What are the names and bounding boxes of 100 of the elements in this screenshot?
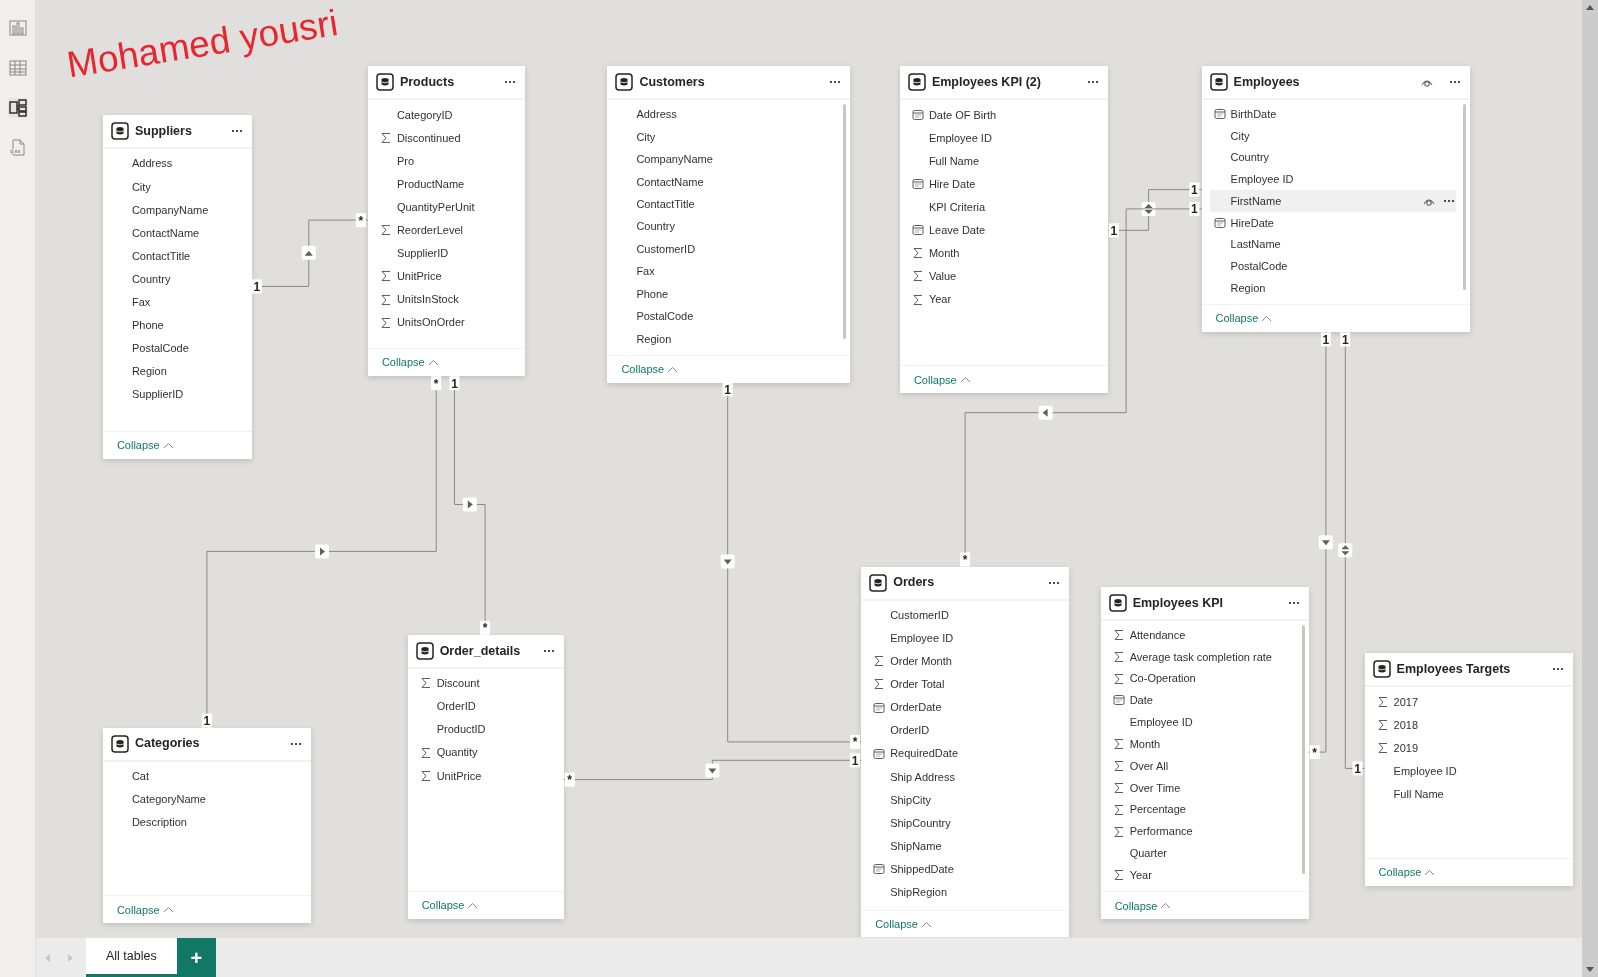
field-row[interactable]: ShipName — [869, 834, 1056, 858]
scrollbar[interactable] — [1582, 0, 1598, 977]
field-row[interactable]: Country — [1209, 146, 1456, 169]
field-row[interactable]: Description — [110, 810, 297, 834]
field-row[interactable]: OrderID — [869, 719, 1056, 743]
model-icon[interactable] — [8, 98, 28, 118]
field-row[interactable]: 2017 — [1372, 690, 1559, 714]
field-row[interactable]: Employee ID — [1372, 759, 1559, 783]
field-row[interactable]: Region — [1209, 277, 1456, 300]
field-row[interactable]: UnitPrice — [375, 264, 511, 288]
field-row[interactable]: Ship Address — [869, 765, 1056, 789]
field-row[interactable]: Over Time — [1108, 776, 1295, 799]
field-row[interactable]: Performance — [1108, 820, 1295, 843]
collapse-button[interactable]: Collapse — [381, 354, 439, 371]
relationship-line[interactable]: 1 1 — [1338, 331, 1366, 776]
collapse-button[interactable]: Collapse — [116, 436, 174, 454]
table-card[interactable]: Suppliers Address City CompanyName ContactName ContactTitle Country Fax Phone PostalCode Region SupplierID Collapse — [102, 115, 252, 459]
field-row[interactable]: 2018 — [1372, 713, 1559, 737]
field-row[interactable]: Employee ID — [869, 626, 1056, 650]
field-row[interactable]: Hire Date — [907, 172, 1094, 196]
field-row[interactable]: FirstName — [1209, 190, 1456, 213]
field-row[interactable]: Percentage — [1108, 798, 1295, 821]
field-row[interactable]: ShipCity — [869, 788, 1056, 812]
relationship-line[interactable]: 1 * — [720, 382, 862, 750]
collapse-button[interactable]: Collapse — [875, 915, 932, 933]
table-card[interactable]: Orders CustomerID Employee ID Order Month Order Total OrderDate OrderID RequiredDate Ship Address ShipCity ShipCountry ShipName ShippedDate ShipRegion Collapse — [861, 566, 1070, 937]
field-row[interactable]: CustomerID — [615, 237, 836, 261]
field-row[interactable]: Phone — [615, 282, 836, 306]
relationship-line[interactable]: 1 * — [449, 375, 491, 636]
field-row[interactable]: Year — [1108, 864, 1295, 887]
field-row[interactable]: CustomerID — [869, 603, 1056, 627]
table-card[interactable]: Products CategoryID Discontinued Pro ProductName QuantityPerUnit ReorderLevel SupplierID UnitPrice UnitsInStock UnitsOnOrder Collapse — [367, 66, 525, 377]
field-row[interactable]: ContactName — [615, 170, 836, 193]
field-row[interactable]: City — [615, 125, 836, 149]
table-card[interactable]: Employees KPI Attendance Average task completion rate Co-Operation Date Employee ID Month Over All Over Time Percentage Performance Quarter Year Collapse — [1100, 587, 1309, 920]
scroll-up-icon[interactable] — [1586, 4, 1594, 10]
field-row[interactable]: Employee ID — [1209, 168, 1456, 191]
collapse-button[interactable]: Collapse — [421, 897, 479, 914]
collapse-button[interactable]: Collapse — [116, 901, 174, 919]
field-row[interactable]: Fax — [110, 290, 238, 314]
scrollbar[interactable] — [1301, 625, 1305, 875]
table-card[interactable]: Employees Targets 2017 2018 2019 Employee ID Full Name Collapse — [1364, 653, 1573, 886]
field-row[interactable]: Month — [1108, 733, 1295, 756]
collapse-button[interactable]: Collapse — [621, 361, 679, 378]
field-row[interactable]: Order Month — [869, 649, 1056, 673]
field-row[interactable]: CategoryName — [110, 787, 297, 811]
field-row[interactable]: Quarter — [1108, 842, 1295, 865]
field-row[interactable]: Address — [615, 103, 836, 126]
field-row[interactable]: Full Name — [1372, 782, 1559, 806]
field-row[interactable]: Cat — [110, 764, 297, 788]
field-row[interactable]: Employee ID — [907, 126, 1094, 150]
field-row[interactable]: City — [1209, 125, 1456, 147]
field-row[interactable]: ReorderLevel — [375, 218, 511, 242]
field-row[interactable]: CompanyName — [110, 198, 238, 222]
field-row[interactable]: Phone — [110, 313, 238, 337]
field-row[interactable]: PostalCode — [615, 305, 836, 328]
field-row[interactable]: Discontinued — [375, 126, 511, 150]
table-card[interactable]: Categories Cat CategoryName Description Collapse — [102, 727, 311, 924]
field-row[interactable]: City — [110, 175, 238, 199]
collapse-button[interactable]: Collapse — [1215, 310, 1273, 327]
page-tab[interactable]: All tables — [86, 938, 177, 977]
field-row[interactable]: Country — [615, 215, 836, 238]
field-row[interactable]: Country — [110, 267, 238, 291]
table-card[interactable]: Customers Address City CompanyName ContactName ContactTitle Country CustomerID Fax Phone PostalCode Region Collapse — [607, 66, 850, 384]
field-row[interactable]: Region — [615, 327, 836, 351]
table-card[interactable]: Employees BirthDate City Country Employee ID FirstName HireDate LastName PostalCode Region Collapse — [1201, 66, 1470, 333]
field-row[interactable]: RequiredDate — [869, 742, 1056, 766]
field-row[interactable]: Order Total — [869, 672, 1056, 696]
field-row[interactable]: Quantity — [415, 741, 550, 765]
field-row[interactable]: Average task completion rate — [1108, 645, 1295, 668]
field-row[interactable]: UnitPrice — [415, 764, 550, 788]
field-row[interactable]: QuantityPerUnit — [375, 195, 511, 219]
field-row[interactable]: Employee ID — [1108, 711, 1295, 734]
scrollbar[interactable] — [842, 104, 846, 339]
field-row[interactable]: ShipCountry — [869, 811, 1056, 835]
field-row[interactable]: HireDate — [1209, 212, 1456, 234]
field-row[interactable]: ContactTitle — [615, 193, 836, 216]
field-row[interactable]: ProductName — [375, 172, 511, 196]
field-row[interactable]: OrderDate — [869, 696, 1056, 720]
scrollbar[interactable] — [1462, 104, 1466, 291]
field-row[interactable]: Date OF Birth — [907, 103, 1094, 127]
add-layout-button[interactable]: + — [176, 938, 216, 977]
field-row[interactable]: Fax — [615, 260, 836, 283]
scroll-down-icon[interactable] — [1586, 967, 1594, 973]
table-card[interactable]: Employees KPI (2) Date OF Birth Employee ID Full Name Hire Date KPI Criteria Leave Date Month Value Year Collapse — [899, 66, 1108, 394]
field-row[interactable]: UnitsInStock — [375, 288, 511, 312]
field-row[interactable]: Full Name — [907, 149, 1094, 173]
field-row[interactable]: ShippedDate — [869, 857, 1056, 881]
field-row[interactable]: Date — [1108, 689, 1295, 712]
relationship-line[interactable]: 1 * — [1308, 331, 1333, 760]
field-row[interactable]: PostalCode — [110, 336, 238, 360]
field-row[interactable]: CompanyName — [615, 148, 836, 171]
table-card[interactable]: Order_details Discount OrderID ProductID Quantity UnitPrice Collapse — [407, 634, 564, 920]
collapse-button[interactable]: Collapse — [1114, 897, 1172, 914]
field-row[interactable]: LastName — [1209, 233, 1456, 256]
field-row[interactable]: ContactName — [110, 221, 238, 245]
field-row[interactable]: Attendance — [1108, 624, 1295, 646]
collapse-button[interactable]: Collapse — [1378, 863, 1436, 881]
field-row[interactable]: Over All — [1108, 755, 1295, 777]
field-row[interactable]: 2019 — [1372, 736, 1559, 760]
